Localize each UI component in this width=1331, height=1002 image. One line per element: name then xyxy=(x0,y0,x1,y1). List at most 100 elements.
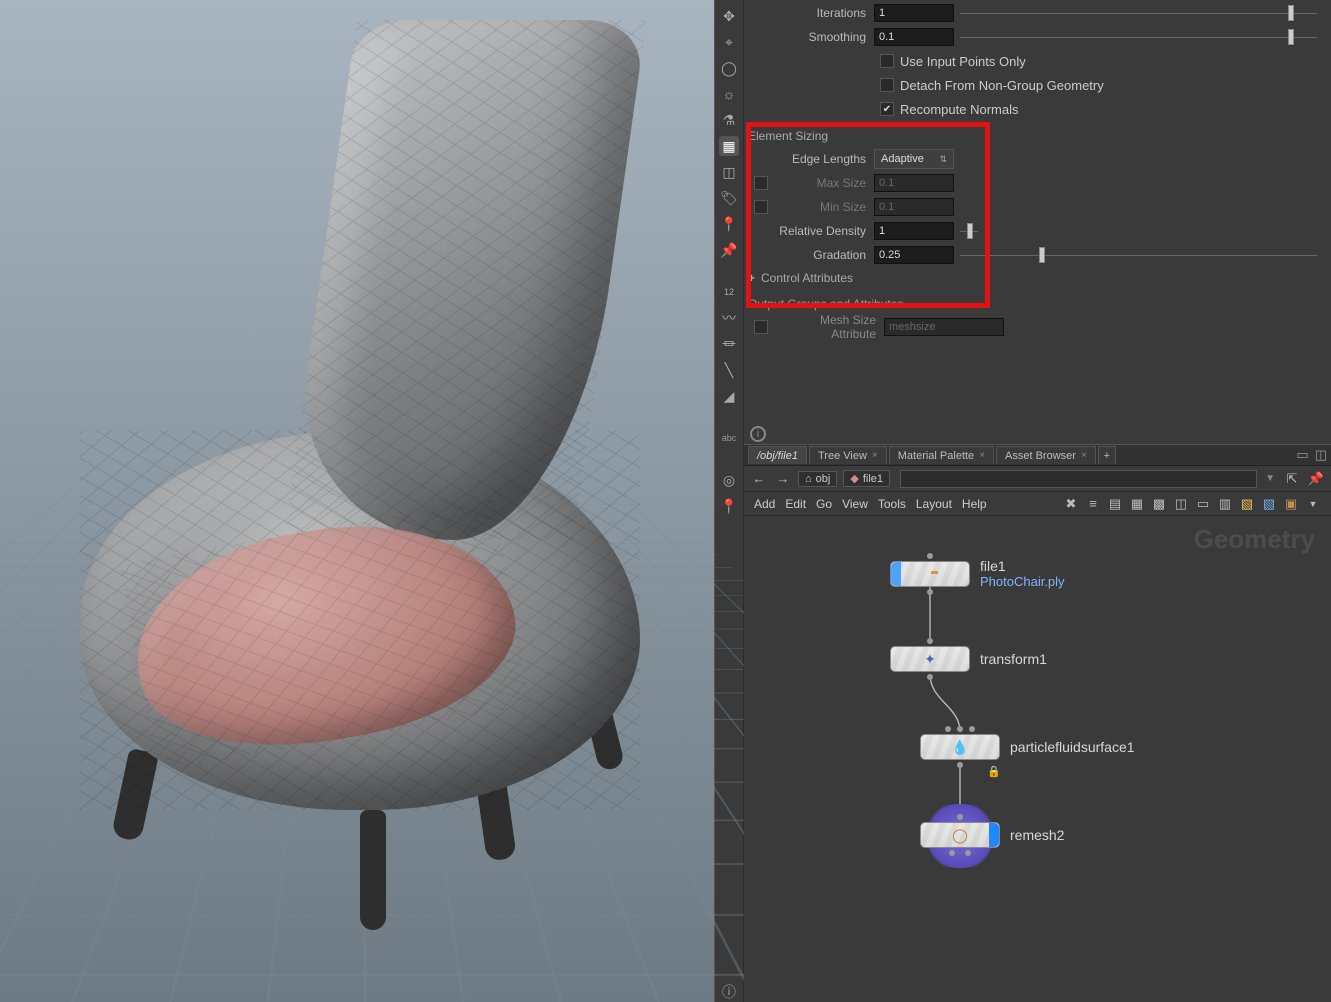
tool-reticle-icon[interactable]: ◎ xyxy=(719,470,739,490)
relative-density-label: Relative Density xyxy=(754,224,874,238)
menu-tools[interactable]: Tools xyxy=(878,497,906,511)
path-segment-obj[interactable]: ⌂ obj xyxy=(798,471,837,487)
menu-go[interactable]: Go xyxy=(816,497,832,511)
tool-pin-icon[interactable]: 📍 xyxy=(719,214,739,234)
chevron-down-icon[interactable]: ▼ xyxy=(1265,473,1275,484)
tool-curve-icon[interactable]: 〰 xyxy=(719,308,739,328)
image-icon[interactable]: ▧ xyxy=(1261,496,1277,512)
tab-asset-browser[interactable]: Asset Browser× xyxy=(996,446,1096,464)
home-icon: ⌂ xyxy=(805,473,812,485)
bars-icon[interactable]: ▤ xyxy=(1107,496,1123,512)
iterations-slider[interactable] xyxy=(960,4,1317,22)
wrench-icon[interactable]: ✖ xyxy=(1063,496,1079,512)
expand-plus-icon: + xyxy=(748,271,755,285)
use-input-points-label: Use Input Points Only xyxy=(900,54,1026,69)
node-transform1[interactable]: ✦ transform1 xyxy=(890,646,1047,672)
tool-circle-icon[interactable]: ◯ xyxy=(719,58,739,78)
grid1-icon[interactable]: ▦ xyxy=(1129,496,1145,512)
mesh-size-attr-label: Mesh Size Attribute xyxy=(774,313,884,341)
info-icon[interactable]: i xyxy=(750,426,766,442)
viewport-3d[interactable] xyxy=(0,0,714,1002)
smoothing-label: Smoothing xyxy=(744,30,874,44)
close-icon[interactable]: × xyxy=(979,450,985,461)
min-size-toggle[interactable] xyxy=(754,200,768,214)
detach-non-group-label: Detach From Non-Group Geometry xyxy=(900,78,1104,93)
gradation-label: Gradation xyxy=(754,248,874,262)
edge-lengths-dropdown[interactable]: Adaptive ⇅ xyxy=(874,149,954,169)
tool-pin2-icon[interactable]: 📌 xyxy=(719,240,739,260)
mesh-size-attr-input xyxy=(884,318,1004,336)
control-attributes-toggle[interactable]: + Control Attributes xyxy=(744,268,1317,288)
mesh-size-attr-toggle[interactable] xyxy=(754,320,768,334)
tool-marker-icon[interactable]: 📍 xyxy=(719,496,739,516)
tab-material-palette[interactable]: Material Palette× xyxy=(889,446,994,464)
node-particlefluidsurface1[interactable]: 💧 🔒 particlefluidsurface1 xyxy=(920,734,1135,760)
tab-obj-file1[interactable]: /obj/file1 xyxy=(748,446,807,464)
gradation-slider[interactable] xyxy=(960,246,1317,264)
menu-add[interactable]: Add xyxy=(754,497,775,511)
parameter-panel: Iterations Smoothing Use Input Points On… xyxy=(744,0,1331,444)
path-segment-file1[interactable]: ◆ file1 xyxy=(843,470,890,487)
tool-abc-icon[interactable]: abc xyxy=(719,428,739,448)
nav-back-icon[interactable]: ← xyxy=(750,470,768,488)
recompute-normals-checkbox[interactable]: ✔ xyxy=(880,102,894,116)
smoothing-input[interactable] xyxy=(874,28,954,46)
node-file1[interactable]: file1 PhotoChair.ply xyxy=(890,558,1065,589)
element-sizing-header: Element Sizing xyxy=(744,126,1317,146)
tool-12-icon[interactable]: 12 xyxy=(719,282,739,302)
add-tab-button[interactable]: + xyxy=(1098,446,1116,464)
palette-icon[interactable]: ▥ xyxy=(1217,496,1233,512)
tool-panel-icon[interactable]: ◫ xyxy=(719,162,739,182)
max-size-toggle[interactable] xyxy=(754,176,768,190)
detach-non-group-checkbox[interactable] xyxy=(880,78,894,92)
nav-forward-icon[interactable]: → xyxy=(774,470,792,488)
maximize-icon[interactable]: ▭ xyxy=(1296,447,1308,463)
tool-light-icon[interactable]: ☼ xyxy=(719,84,739,104)
split-icon[interactable]: ◫ xyxy=(1315,447,1327,463)
iterations-input[interactable] xyxy=(874,4,954,22)
list-icon[interactable]: ≡ xyxy=(1085,496,1101,512)
min-size-input xyxy=(874,198,954,216)
pane-tabbar: /obj/file1 Tree View× Material Palette× … xyxy=(744,444,1331,466)
tool-tag-icon[interactable]: 🏷 xyxy=(719,188,739,208)
menu-view[interactable]: View xyxy=(842,497,868,511)
network-pathbar: ← → ⌂ obj ◆ file1 ▼ ⇱ 📌 xyxy=(744,466,1331,492)
gradation-input[interactable] xyxy=(874,246,954,264)
max-size-input xyxy=(874,174,954,192)
use-input-points-checkbox[interactable] xyxy=(880,54,894,68)
node-remesh2[interactable]: ◯ remesh2 xyxy=(920,822,1064,848)
network-editor[interactable]: Geometry file1 PhotoChair.ply xyxy=(744,516,1331,1002)
tool-flask-icon[interactable]: ⚗ xyxy=(719,110,739,130)
relative-density-slider[interactable] xyxy=(960,222,978,240)
edge-lengths-label: Edge Lengths xyxy=(754,152,874,166)
pin-tab-icon[interactable]: ⇱ xyxy=(1283,470,1301,488)
menu-edit[interactable]: Edit xyxy=(785,497,806,511)
path-dropdown[interactable] xyxy=(900,470,1257,488)
menu-help[interactable]: Help xyxy=(962,497,987,511)
grid2-icon[interactable]: ▩ xyxy=(1151,496,1167,512)
note-icon[interactable]: ▧ xyxy=(1239,496,1255,512)
layout1-icon[interactable]: ◫ xyxy=(1173,496,1189,512)
relative-density-input[interactable] xyxy=(874,222,954,240)
tab-tree-view[interactable]: Tree View× xyxy=(809,446,887,464)
torus-icon: ◯ xyxy=(952,827,968,844)
smoothing-slider[interactable] xyxy=(960,28,1317,46)
axes-icon: ✦ xyxy=(924,651,936,668)
tool-ruler-icon[interactable]: ╲ xyxy=(719,360,739,380)
tool-move-icon[interactable]: ✥ xyxy=(719,6,739,26)
dropdown-arrows-icon: ⇅ xyxy=(939,154,947,165)
max-size-label: Max Size xyxy=(774,176,874,190)
lock-icon: 🔒 xyxy=(987,765,1001,778)
tool-angle-icon[interactable]: ◢ xyxy=(719,386,739,406)
layout2-icon[interactable]: ▭ xyxy=(1195,496,1211,512)
chevron-down-icon[interactable]: ▼ xyxy=(1305,496,1321,512)
menu-layout[interactable]: Layout xyxy=(916,497,952,511)
tool-grid-icon[interactable]: ▦ xyxy=(719,136,739,156)
pin-icon[interactable]: 📌 xyxy=(1307,470,1325,488)
tool-target-icon[interactable]: ⌖ xyxy=(719,32,739,52)
box-icon[interactable]: ▣ xyxy=(1283,496,1299,512)
iterations-label: Iterations xyxy=(744,6,874,20)
tool-bounds-icon[interactable]: ⏛ xyxy=(719,334,739,354)
close-icon[interactable]: × xyxy=(872,450,878,461)
close-icon[interactable]: × xyxy=(1081,450,1087,461)
